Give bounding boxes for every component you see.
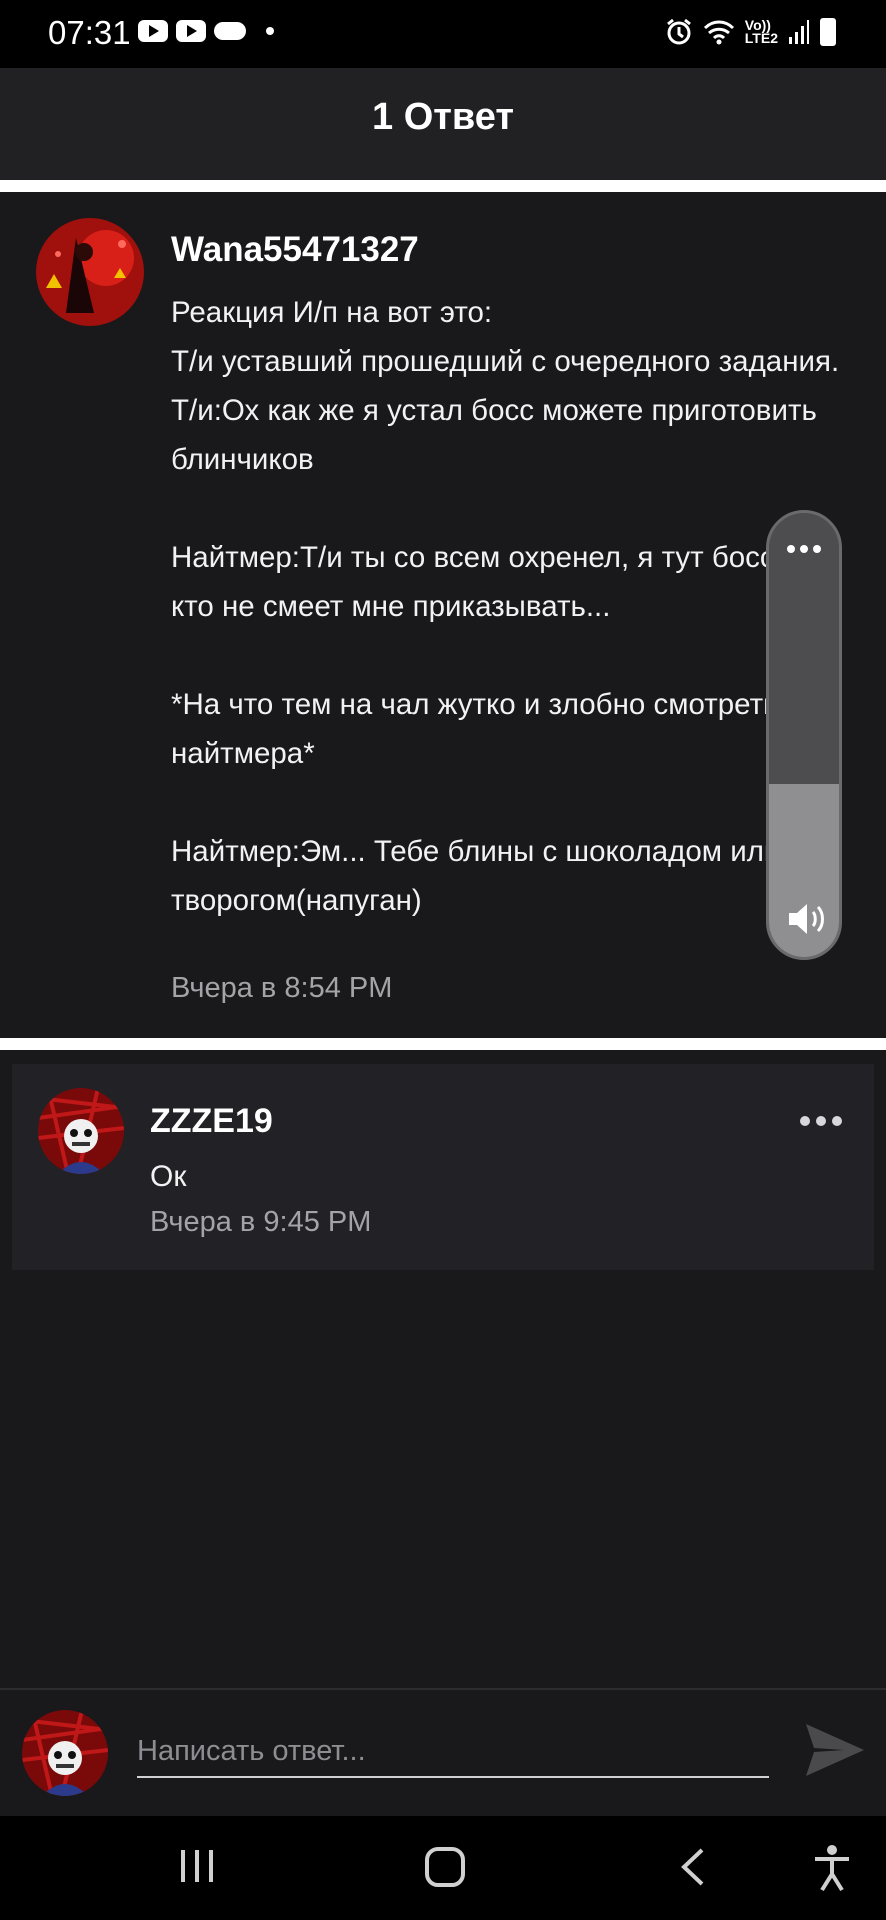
home-icon[interactable] [424,1846,466,1888]
youtube-icon [138,20,168,42]
status-icons-left [138,20,274,42]
avatar[interactable] [36,218,144,326]
reply-comment[interactable]: ZZZE19 Ок Вчера в 9:45 PM [12,1064,874,1270]
page-title: 1 Ответ [372,96,514,138]
battery-icon [820,18,836,46]
speaker-icon[interactable] [787,901,827,937]
status-icons-right: Vo)) LTE2 [665,18,836,46]
avatar [22,1710,108,1796]
status-time: 07:31 [48,14,131,51]
more-options-icon[interactable] [800,1116,842,1126]
reply-bar [0,1688,886,1818]
youtube-icon [176,20,206,42]
send-icon[interactable] [804,1722,866,1778]
comment-timestamp: Вчера в 8:54 PM [171,972,393,1004]
comment-username[interactable]: Wana55471327 [171,230,419,270]
nav-bar [0,1816,886,1920]
lte-label: LTE2 [744,30,778,46]
divider [0,180,886,192]
wifi-icon [703,20,734,45]
comment-username[interactable]: ZZZE19 [150,1102,273,1141]
signal-icon [789,20,809,44]
recent-apps-icon[interactable] [178,1846,216,1886]
accessibility-icon[interactable] [812,1844,852,1892]
main-comment[interactable]: Wana55471327 Реакция И/п на вот это: Т/и… [12,192,874,1038]
reply-input[interactable] [137,1726,769,1778]
comment-text: Ок [150,1160,187,1193]
app-header: 1 Ответ [0,68,886,180]
volte-lte2-icon: Vo)) LTE2 [744,18,778,46]
dot-icon [266,27,274,35]
divider [0,1038,886,1050]
alarm-icon [666,18,691,45]
cloud-icon [214,22,246,40]
more-icon[interactable] [787,545,821,553]
volume-panel[interactable] [766,510,842,960]
comment-text: Реакция И/п на вот это: Т/и уставший про… [171,296,840,917]
status-bar: 07:31 Vo)) LTE2 [0,0,886,68]
avatar[interactable] [38,1088,124,1174]
back-icon[interactable] [678,1846,708,1888]
comment-timestamp: Вчера в 9:45 PM [150,1206,372,1238]
